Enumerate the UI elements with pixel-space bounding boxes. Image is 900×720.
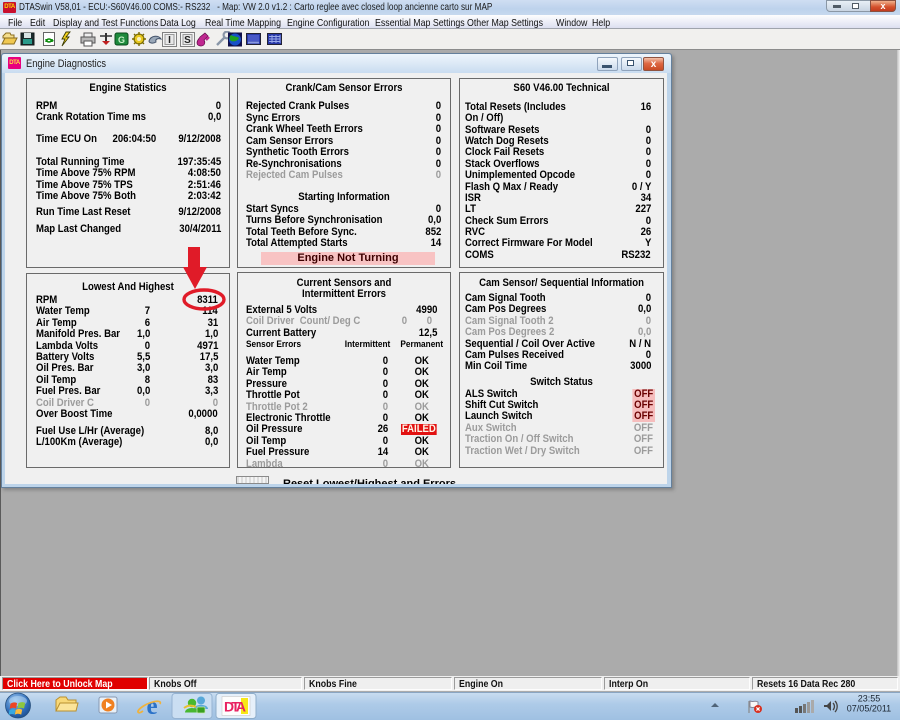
svg-text:07/05/2011: 07/05/2011 [847,704,891,714]
svg-text:I: I [168,35,171,46]
svg-text:DTA: DTA [224,699,246,715]
svg-text:23:55: 23:55 [858,694,881,704]
svg-text:e: e [146,693,157,720]
svg-text:G: G [118,35,125,45]
svg-text:S: S [184,35,191,46]
